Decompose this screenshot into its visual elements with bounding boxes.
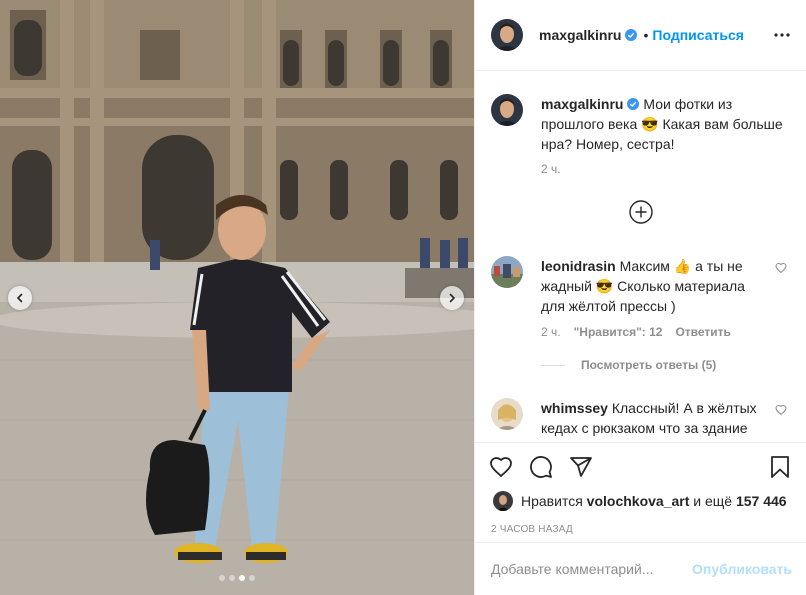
carousel-next-button[interactable] xyxy=(440,286,464,310)
add-comment-bar: Опубликовать xyxy=(475,542,806,595)
action-bar xyxy=(489,443,792,491)
carousel-dot xyxy=(249,575,255,581)
carousel-dot xyxy=(229,575,235,581)
caption-author-username[interactable]: maxgalkinru xyxy=(541,96,623,112)
liker-username[interactable]: volochkova_art xyxy=(587,493,690,509)
more-options-icon xyxy=(774,33,790,37)
bookmark-icon[interactable] xyxy=(768,455,792,479)
heart-icon[interactable] xyxy=(775,404,787,416)
comment-meta: 2 ч. "Нравится": 12 Ответить xyxy=(541,325,731,339)
heart-icon[interactable] xyxy=(489,455,513,479)
chevron-right-icon xyxy=(449,293,456,303)
photo-image xyxy=(0,0,474,595)
likes-summary: Нравится volochkova_art и ещё 157 446 xyxy=(489,489,792,513)
verified-badge-icon xyxy=(627,98,640,110)
likes-connector: и ещё xyxy=(693,493,733,509)
post-caption: maxgalkinru Мои фотки из прошлого века 😎… xyxy=(491,94,791,154)
carousel-dot xyxy=(239,575,245,581)
chevron-left-icon xyxy=(16,293,23,303)
post-header: maxgalkinru • Подписаться xyxy=(475,0,806,71)
commenter-username[interactable]: whimssey xyxy=(541,400,608,416)
comment-item: leonidrasin Максим 👍 а ты не жадный 😎 Ск… xyxy=(491,256,791,316)
commenter-avatar[interactable] xyxy=(491,256,523,288)
header-separator: • xyxy=(643,27,649,43)
add-comment-input[interactable] xyxy=(491,561,693,577)
verified-badge-icon xyxy=(625,29,638,41)
author-username[interactable]: maxgalkinru xyxy=(539,27,621,43)
liker-avatar[interactable] xyxy=(493,491,513,511)
share-icon[interactable] xyxy=(569,455,593,479)
post-time[interactable]: 2 ЧАСОВ НАЗАД xyxy=(489,524,792,535)
comment-item: whimssey Классный! А в жёлтых кедах с рю… xyxy=(491,398,791,438)
carousel-prev-button[interactable] xyxy=(8,286,32,310)
commenter-avatar[interactable] xyxy=(491,398,523,430)
caption-time[interactable]: 2 ч. xyxy=(541,162,561,176)
commenter-username[interactable]: leonidrasin xyxy=(541,258,616,274)
comment-icon[interactable] xyxy=(529,455,553,479)
comment-time[interactable]: 2 ч. xyxy=(541,325,561,339)
reply-button[interactable]: Ответить xyxy=(675,325,730,339)
post-photo[interactable] xyxy=(0,0,474,595)
heart-icon[interactable] xyxy=(775,262,787,274)
replies-divider xyxy=(541,364,565,366)
post-actions: Нравится volochkova_art и ещё 157 446 2 … xyxy=(475,442,806,535)
carousel-indicator xyxy=(0,575,474,581)
likes-count[interactable]: 157 446 xyxy=(736,493,787,509)
post-details-panel: maxgalkinru • Подписаться maxgalkinru Мо… xyxy=(474,0,806,595)
likes-prefix: Нравится xyxy=(521,493,583,509)
add-circle-icon[interactable] xyxy=(629,200,653,224)
comments-list[interactable]: maxgalkinru Мои фотки из прошлого века 😎… xyxy=(475,72,806,442)
view-replies-button[interactable]: Посмотреть ответы (5) xyxy=(541,358,716,372)
publish-button[interactable]: Опубликовать xyxy=(692,561,792,577)
more-options-button[interactable] xyxy=(772,25,792,45)
view-replies-label: Посмотреть ответы (5) xyxy=(581,358,717,372)
comment-likes[interactable]: "Нравится": 12 xyxy=(574,325,663,339)
author-avatar[interactable] xyxy=(491,19,523,51)
follow-button[interactable]: Подписаться xyxy=(652,27,744,43)
caption-author-avatar[interactable] xyxy=(491,94,523,126)
carousel-dot xyxy=(219,575,225,581)
